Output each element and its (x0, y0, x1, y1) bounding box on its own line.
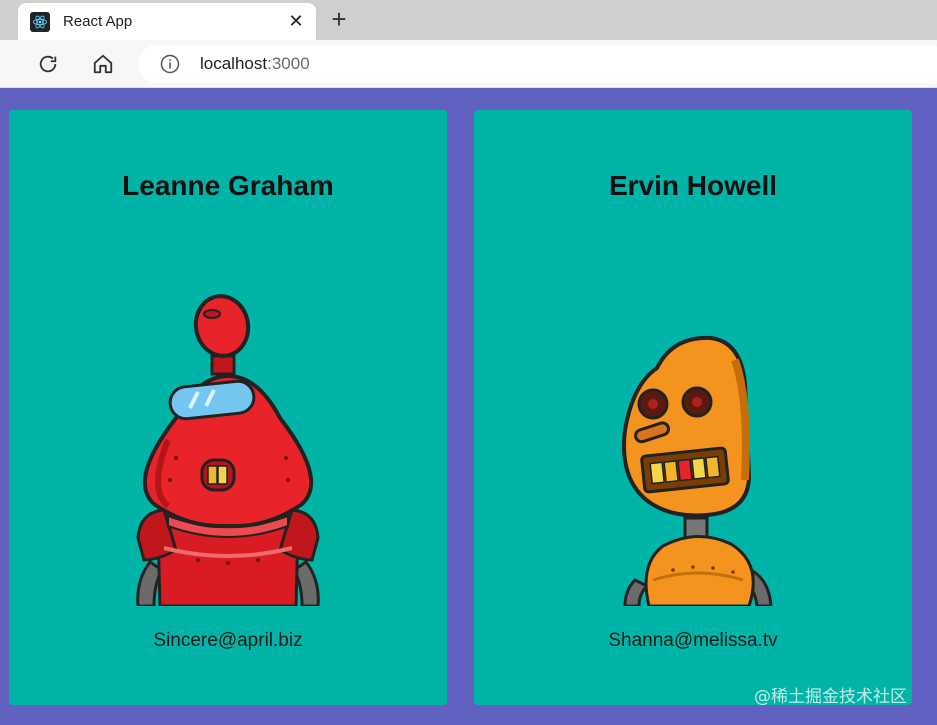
url-host: localhost (200, 54, 268, 73)
browser-tab[interactable]: React App ✕ (18, 3, 316, 40)
home-icon[interactable] (91, 52, 115, 76)
orange-robot-avatar (593, 280, 793, 606)
user-card: Leanne Graham Sincere@april.biz (9, 110, 447, 705)
browser-tab-strip: React App ✕ + (0, 0, 937, 40)
react-logo-icon (30, 12, 50, 32)
user-card: Ervin Howell Shanna@melissa.tv (474, 110, 912, 705)
user-email: Sincere@april.biz (153, 630, 303, 651)
tab-title: React App (63, 13, 133, 30)
user-name: Ervin Howell (608, 170, 778, 201)
url-port: :3000 (267, 54, 310, 73)
user-name: Leanne Graham (122, 170, 334, 201)
close-tab-icon[interactable]: ✕ (287, 11, 305, 31)
user-email: Shanna@melissa.tv (608, 630, 778, 651)
address-bar[interactable]: localhost:3000 (138, 45, 937, 83)
browser-toolbar: localhost:3000 (0, 40, 937, 88)
url-text: localhost:3000 (200, 54, 310, 74)
info-icon[interactable] (160, 54, 180, 74)
watermark-text: @稀土掘金技术社区 (754, 687, 907, 707)
red-robot-avatar (128, 280, 328, 606)
reload-icon[interactable] (36, 52, 60, 76)
new-tab-button[interactable]: + (328, 6, 350, 32)
